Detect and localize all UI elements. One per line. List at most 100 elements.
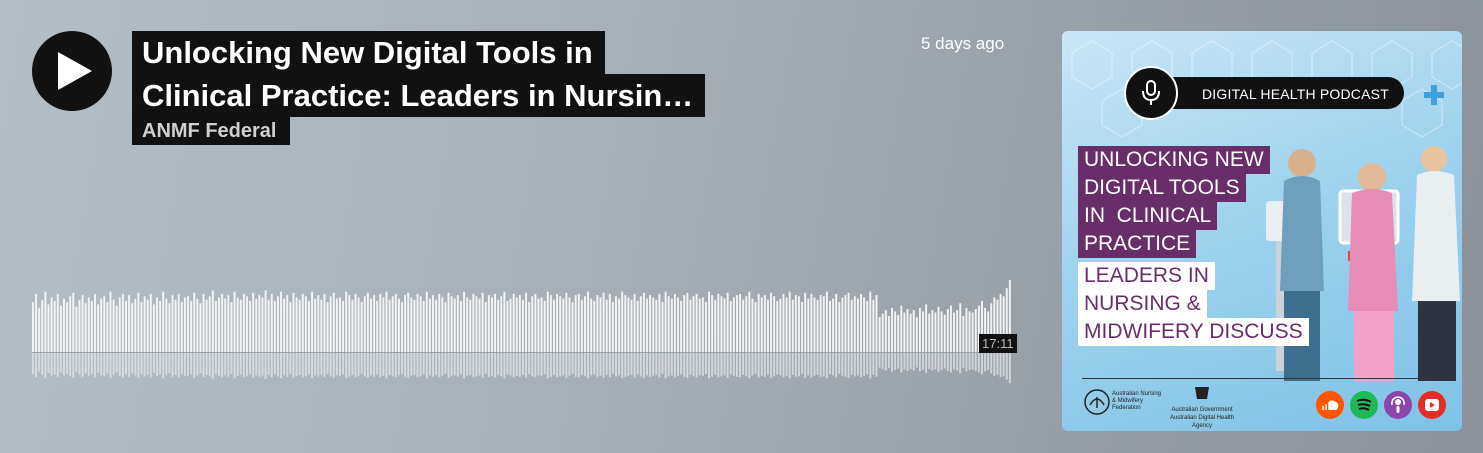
waveform-reflection-bar — [838, 353, 841, 374]
waveform-reflection-bar — [577, 353, 580, 378]
waveform-bar — [804, 292, 807, 352]
waveform-bar — [553, 299, 555, 352]
waveform-bar — [853, 296, 856, 352]
waveform-reflection-bar — [180, 353, 183, 374]
episode-title-block: Unlocking New Digital Tools in Clinical … — [132, 31, 706, 145]
waveform-bar — [500, 296, 503, 352]
waveform-reflection-bar — [732, 353, 735, 376]
waveform-bar — [866, 300, 869, 352]
waveform-reflection-bar — [121, 353, 124, 378]
waveform-bar — [174, 299, 177, 352]
waveform-reflection-bar — [401, 353, 403, 374]
waveform-bar — [701, 297, 704, 352]
waveform-bar — [605, 299, 608, 352]
episode-title-line-1[interactable]: Unlocking New Digital Tools in — [132, 31, 605, 74]
waveform-reflection-bar — [739, 353, 742, 378]
waveform-bar — [140, 302, 143, 352]
youtube-icon[interactable] — [1418, 391, 1446, 419]
waveform-bar — [125, 300, 127, 352]
waveform-bar — [63, 298, 65, 352]
waveform-reflection-bar — [928, 353, 931, 370]
waveform-reflection-bar — [509, 353, 512, 376]
waveform-bar — [444, 302, 447, 352]
waveform-reflection-bar — [84, 353, 87, 374]
waveform-reflection-bar — [391, 353, 394, 377]
waveform-reflection-bar — [841, 353, 844, 376]
waveform-reflection-bar — [286, 353, 289, 377]
waveform-bar — [959, 303, 962, 352]
soundcloud-icon[interactable] — [1316, 391, 1344, 419]
waveform-bar — [891, 307, 893, 352]
waveform-reflection-bar — [729, 353, 732, 375]
waveform-reflection-bar — [1008, 353, 1011, 384]
waveform-bar — [171, 295, 174, 352]
platform-icons — [1316, 391, 1446, 419]
waveform-reflection-bar — [75, 353, 78, 372]
waveform-reflection-bar — [658, 353, 661, 378]
waveform-reflection-bar — [695, 353, 698, 378]
waveform-reflection-bar — [661, 353, 664, 374]
waveform-bar — [844, 295, 847, 352]
waveform-bar — [103, 296, 106, 352]
waveform-bar — [143, 296, 146, 352]
waveform-bar — [72, 292, 75, 352]
waveform-reflection-bar — [553, 353, 555, 375]
waveform-bar — [726, 292, 729, 352]
waveform-reflection-bar — [869, 353, 872, 379]
waveform-bar — [779, 298, 782, 352]
waveform-bar — [255, 298, 258, 352]
waveform-bar — [633, 293, 636, 352]
waveform-bar — [689, 299, 692, 352]
waveform-bar — [419, 296, 422, 352]
waveform-bar — [618, 298, 621, 352]
waveform-bar — [729, 300, 732, 352]
podcast-artwork[interactable]: DIGITAL HEALTH PODCAST UNLOCKING NEW DIG… — [1062, 31, 1462, 431]
waveform-bar — [624, 295, 627, 352]
waveform-bar — [655, 299, 658, 352]
waveform[interactable] — [32, 266, 1012, 390]
waveform-reflection-bar — [494, 353, 497, 378]
waveform-reflection-bar — [413, 353, 416, 375]
waveform-reflection-bar — [264, 353, 267, 379]
waveform-bar — [698, 298, 701, 352]
waveform-bar — [810, 293, 813, 352]
waveform-bar — [801, 302, 804, 352]
waveform-reflection-bar — [993, 353, 996, 376]
apple-podcasts-icon[interactable] — [1384, 391, 1412, 419]
waveform-reflection-bar — [379, 353, 382, 378]
waveform-reflection-bar — [168, 353, 171, 374]
waveform-reflection-bar — [112, 353, 115, 375]
waveform-bar — [81, 295, 84, 352]
waveform-reflection-bar — [320, 353, 323, 375]
artwork-headline-line-1: UNLOCKING NEW — [1078, 146, 1270, 174]
waveform-reflection-bar — [459, 353, 462, 375]
waveform-bar — [50, 297, 53, 352]
waveform-reflection-bar — [81, 353, 84, 377]
waveform-bar — [422, 300, 425, 352]
waveform-reflection-bar — [906, 353, 909, 371]
author-name[interactable]: ANMF Federal — [132, 117, 291, 145]
waveform-reflection-bar — [664, 353, 667, 379]
waveform-bar — [884, 310, 887, 352]
spotify-icon[interactable] — [1350, 391, 1378, 419]
waveform-bar — [711, 295, 714, 352]
play-button[interactable] — [32, 31, 112, 111]
waveform-reflection-bar — [670, 353, 673, 376]
waveform-reflection-bar — [317, 353, 320, 377]
waveform-reflection-bar — [745, 353, 748, 377]
waveform-bar — [453, 298, 456, 352]
waveform-bar — [897, 314, 900, 352]
waveform-bar — [106, 302, 109, 352]
waveform-bar — [642, 292, 645, 352]
episode-title-line-2[interactable]: Clinical Practice: Leaders in Nursin… — [132, 74, 706, 117]
waveform-bar — [785, 297, 788, 352]
waveform-reflection-bar — [78, 353, 81, 375]
waveform-reflection-bar — [146, 353, 149, 375]
waveform-bar — [680, 300, 683, 352]
waveform-reflection-bar — [50, 353, 53, 376]
waveform-reflection-bar — [562, 353, 565, 376]
waveform-reflection-bar — [103, 353, 106, 377]
gov-logo-line-1: Australian Government — [1171, 407, 1233, 413]
waveform-reflection-bar — [528, 353, 531, 374]
waveform-bar — [686, 292, 689, 352]
